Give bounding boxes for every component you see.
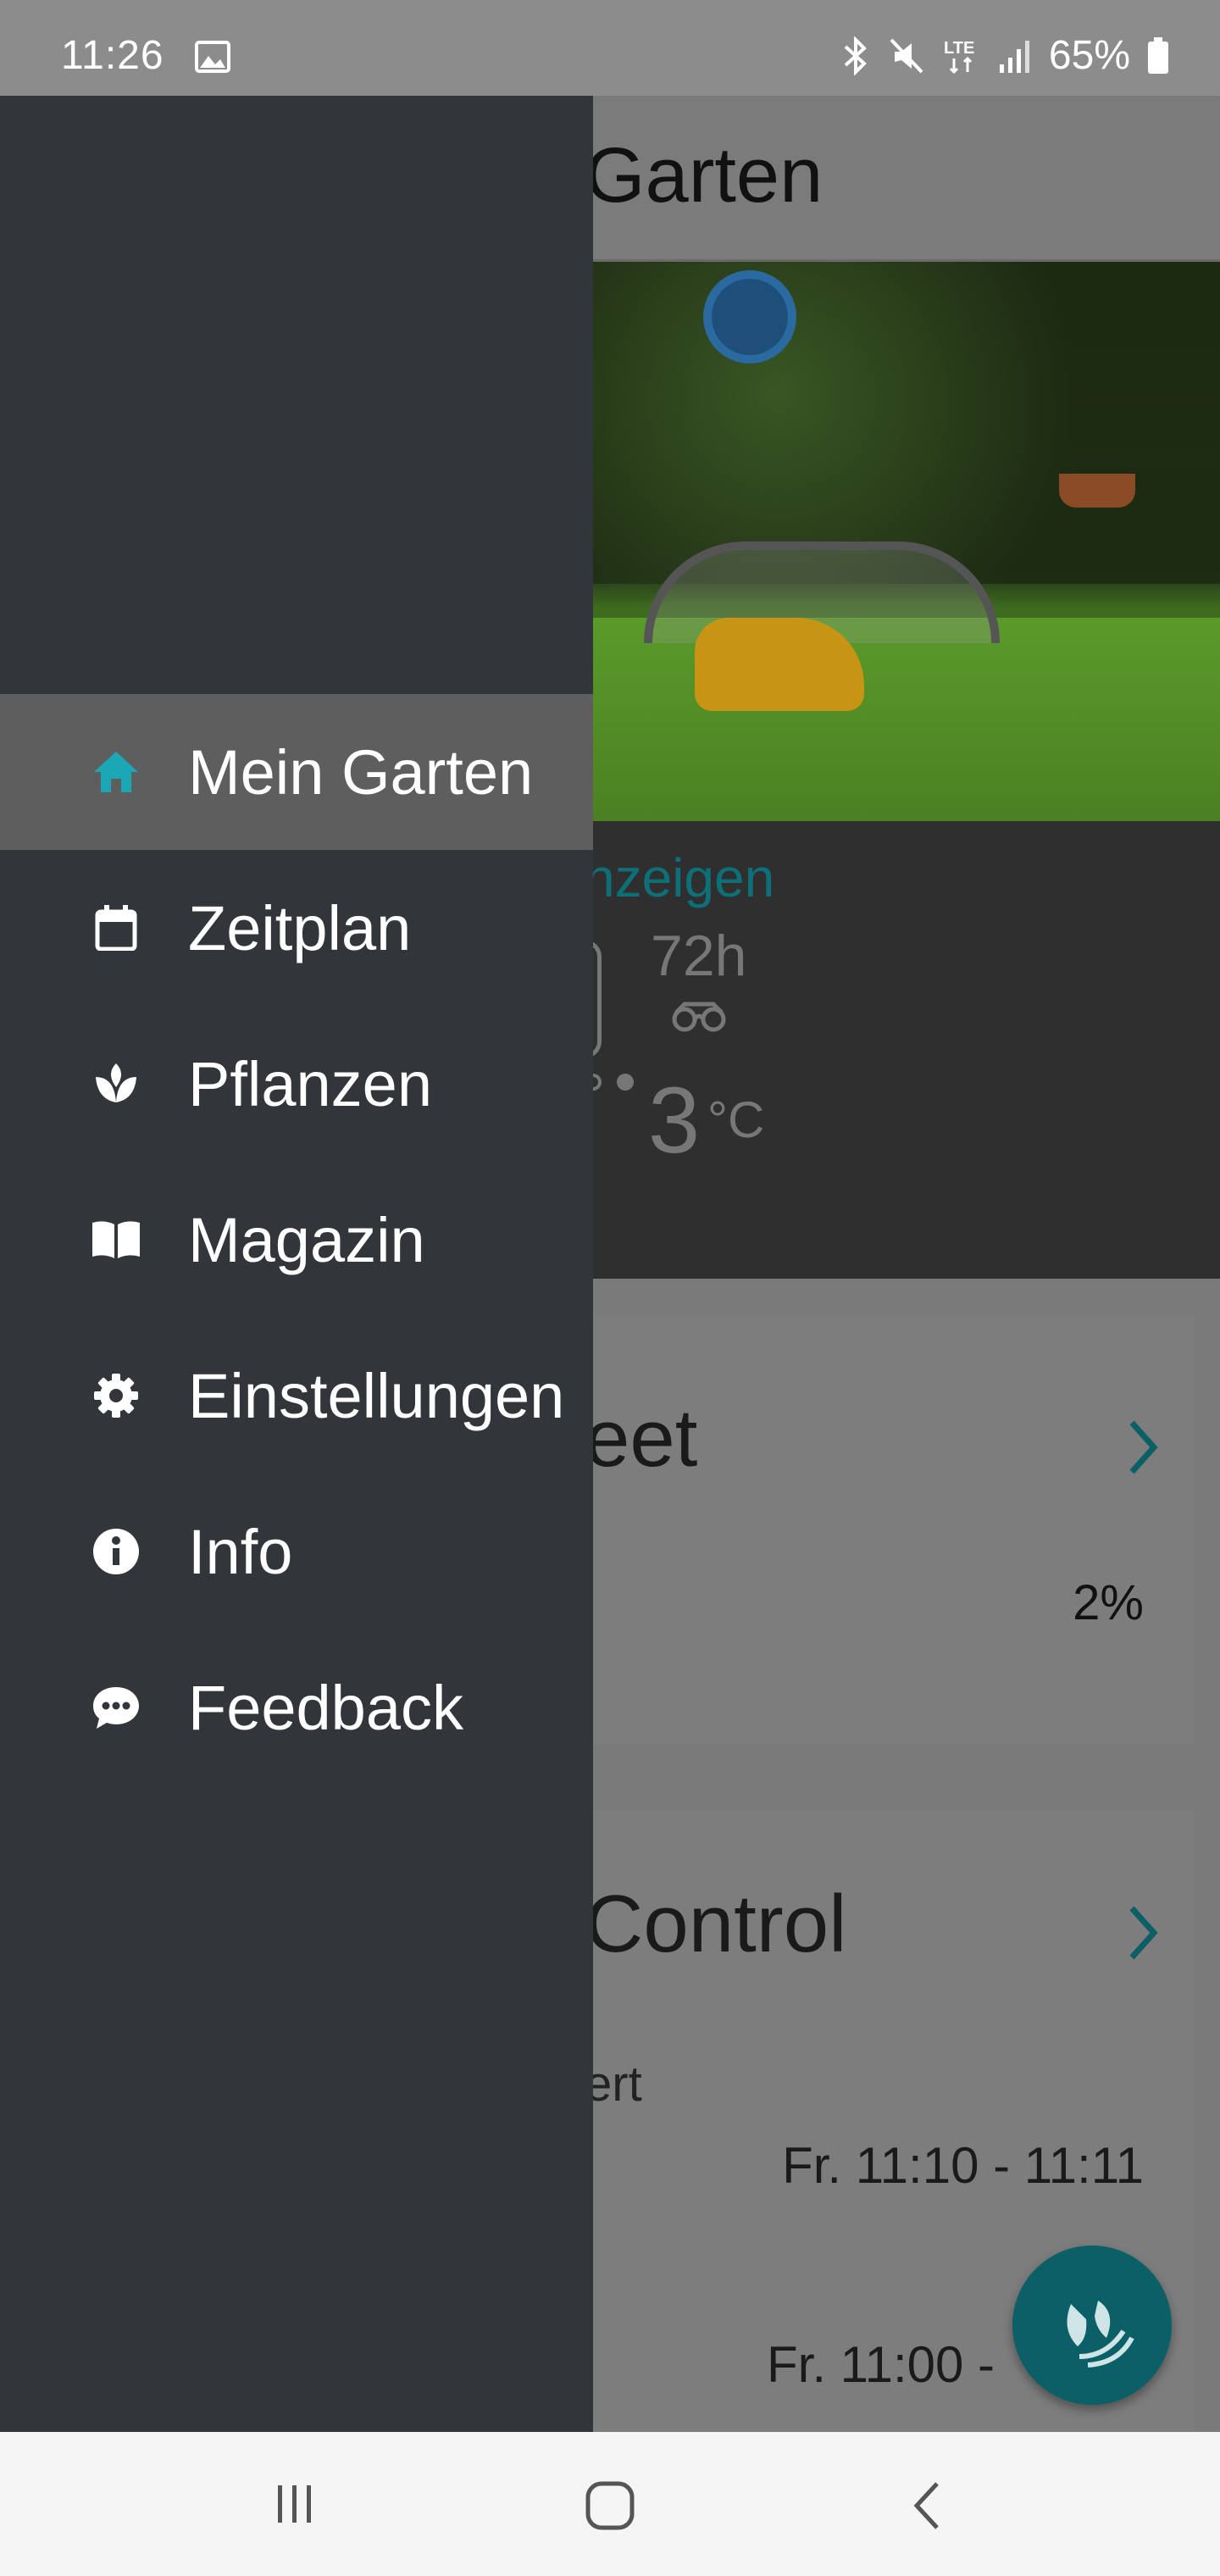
back-icon[interactable] [907,2479,949,2533]
drawer-item-label: Info [188,1516,293,1587]
drawer-item-zeitplan[interactable]: Zeitplan [0,850,593,1006]
home-icon [88,744,144,800]
schedule-time: Fr. 11:10 - 11:11 [782,2137,1144,2194]
system-nav-bar [0,2432,1220,2576]
app-title: Garten [585,132,824,219]
bluetooth-icon [844,36,867,75]
drawer-item-mein-garten[interactable]: Mein Garten [0,694,593,850]
drawer-item-label: Feedback [188,1672,463,1743]
drawer-item-einstellungen[interactable]: Einstellungen [0,1318,593,1474]
card-subtitle: ert [585,2057,642,2112]
drawer-item-magazin[interactable]: Magazin [0,1162,593,1318]
schedule-time: Fr. 11:00 - [767,2336,995,2393]
lte-icon: LTE [944,39,974,74]
page-dot [617,1074,634,1091]
hose-reel [703,270,796,364]
plant-logo-icon [1067,2301,1134,2368]
drawer-item-label: Mein Garten [188,736,534,808]
drawer-item-pflanzen[interactable]: Pflanzen [0,1006,593,1162]
drawer-item-label: Zeitplan [188,892,412,963]
show-link[interactable]: nzeigen [585,847,774,909]
temperature-value: 3 [648,1069,701,1173]
book-icon [88,1212,144,1268]
feedback-icon [88,1679,144,1735]
drawer-item-feedback[interactable]: Feedback [0,1629,593,1785]
chevron-right-icon [1129,1906,1158,1960]
calendar-icon [88,900,144,956]
card-title: eet [585,1393,698,1484]
temperature-unit: °C [707,1091,765,1148]
drawer-item-info[interactable]: Info [0,1474,593,1629]
chevron-right-icon [1129,1420,1158,1474]
recent-apps-icon[interactable] [269,2479,320,2529]
battery-percent: 65% [1048,33,1130,78]
moisture-percent: 2% [1073,1575,1144,1630]
plant-icon [88,1056,144,1112]
hours-value: 72h [651,924,747,988]
image-icon [195,41,230,73]
status-bar: 11:26 LTE 65% [0,0,1220,96]
drawer-item-label: Einstellungen [188,1360,565,1431]
mute-icon [890,38,923,73]
drawer-item-label: Pflanzen [188,1048,432,1119]
drawer-item-label: Magazin [188,1204,425,1275]
page-indicator [585,1074,649,1095]
info-icon [88,1524,144,1579]
svg-text:LTE: LTE [944,39,974,58]
plant-fab[interactable] [1012,2246,1172,2405]
navigation-drawer: Mein Garten Zeitplan Pflanzen Magazin Ei… [0,96,593,2432]
status-time: 11:26 [61,33,164,78]
battery-icon [1148,36,1168,74]
signal-icon [999,40,1029,73]
home-button-icon[interactable] [583,2479,637,2533]
gear-icon [88,1368,144,1424]
glasses-icon [672,1002,726,1032]
flower-pot [1059,474,1135,508]
card-title: Control [585,1879,847,1969]
